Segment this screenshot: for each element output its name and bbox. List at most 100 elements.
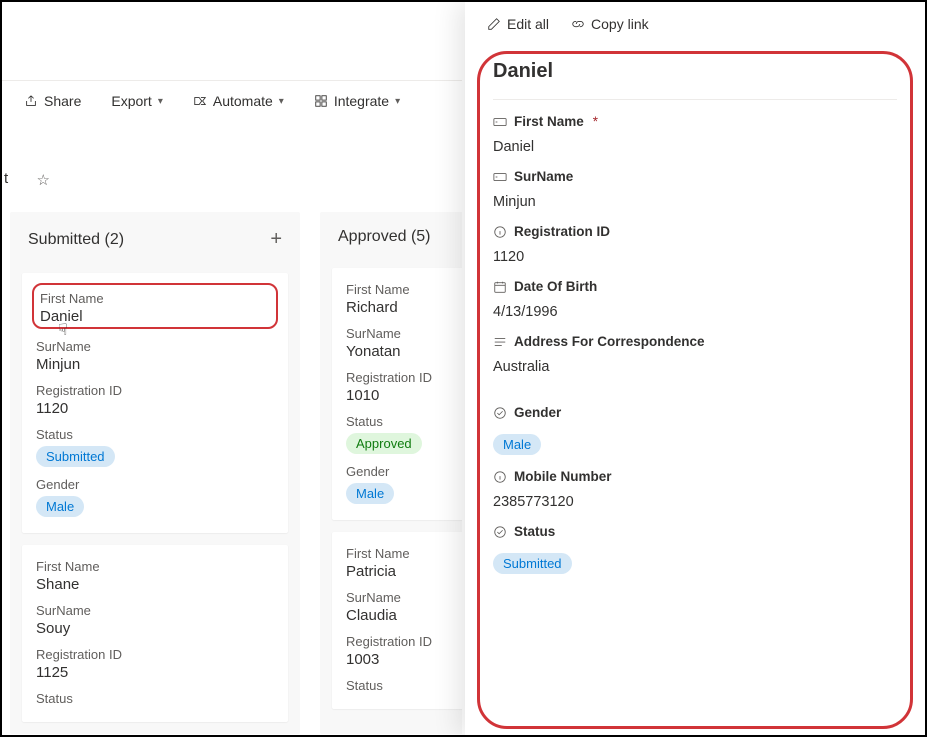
field-value: 4/13/1996	[493, 304, 897, 320]
field-value: Minjun	[493, 194, 897, 210]
annotation-highlight: First Name Daniel ☟	[32, 283, 278, 329]
integrate-button[interactable]: Integrate ▾	[314, 93, 400, 109]
field-value: Souy	[36, 620, 274, 637]
field-label: Registration ID	[346, 634, 462, 649]
status-badge: Submitted	[493, 553, 572, 574]
field-label: SurName	[36, 603, 274, 618]
field-label: Mobile Number	[514, 469, 612, 484]
integrate-label: Integrate	[334, 93, 389, 109]
field-label: Gender	[346, 464, 462, 479]
field-surname[interactable]: SurName Minjun	[493, 169, 897, 210]
field-value: Daniel	[40, 308, 268, 325]
field-label: Address For Correspondence	[514, 334, 705, 349]
field-label: First Name	[40, 291, 268, 306]
field-label: First Name	[36, 559, 274, 574]
column-title: Submitted (2)	[28, 231, 124, 249]
field-value: 1003	[346, 651, 462, 668]
export-button[interactable]: Export ▾	[111, 93, 163, 109]
field-value: Minjun	[36, 356, 274, 373]
field-value: Australia	[493, 359, 897, 375]
multiline-icon	[493, 335, 507, 349]
info-icon	[493, 470, 507, 484]
field-label: Status	[514, 524, 555, 539]
text-field-icon	[493, 115, 507, 129]
pencil-icon	[487, 17, 501, 31]
field-registration-id[interactable]: Registration ID 1120	[493, 224, 897, 265]
field-first-name[interactable]: First Name* Daniel	[493, 114, 897, 155]
field-label: Status	[346, 678, 462, 693]
choice-icon	[493, 406, 507, 420]
field-label: Gender	[514, 405, 561, 420]
card-daniel[interactable]: First Name Daniel ☟ SurName Minjun Regis…	[22, 273, 288, 533]
field-value: Claudia	[346, 607, 462, 624]
field-label: Registration ID	[346, 370, 462, 385]
column-approved: Approved (5) First Name Richard SurName …	[320, 212, 462, 734]
share-button[interactable]: Share	[24, 93, 81, 109]
field-value: Daniel	[493, 139, 897, 155]
column-title: Approved (5)	[338, 228, 431, 246]
board-view: Submitted (2) + First Name Daniel ☟ SurN…	[2, 212, 462, 734]
field-label: Status	[36, 691, 274, 706]
column-header-submitted: Submitted (2) +	[10, 212, 300, 273]
command-bar: Share Export ▾ Automate ▾ Integrate ▾	[2, 80, 462, 121]
automate-icon	[193, 94, 207, 108]
status-badge: Submitted	[36, 446, 115, 467]
panel-actions: Edit all Copy link	[465, 2, 925, 46]
column-submitted: Submitted (2) + First Name Daniel ☟ SurN…	[10, 212, 300, 734]
field-label: Date Of Birth	[514, 279, 597, 294]
field-value: 1120	[493, 249, 897, 265]
panel-title: Daniel	[493, 60, 897, 100]
info-icon	[493, 225, 507, 239]
edit-all-label: Edit all	[507, 16, 549, 32]
field-gender[interactable]: Gender Male	[493, 405, 897, 455]
field-mobile[interactable]: Mobile Number 2385773120	[493, 469, 897, 510]
field-label: Status	[346, 414, 462, 429]
details-panel: Edit all Copy link Daniel First Name* Da…	[465, 2, 925, 735]
automate-label: Automate	[213, 93, 273, 109]
panel-body: Daniel First Name* Daniel SurName Minjun…	[465, 46, 925, 598]
add-card-button[interactable]: +	[270, 228, 282, 251]
field-label: First Name	[346, 546, 462, 561]
field-address[interactable]: Address For Correspondence Australia	[493, 334, 897, 375]
integrate-icon	[314, 94, 328, 108]
automate-button[interactable]: Automate ▾	[193, 93, 284, 109]
column-header-approved: Approved (5)	[320, 212, 462, 268]
field-value: 1120	[36, 400, 274, 417]
field-value: Richard	[346, 299, 462, 316]
field-status[interactable]: Status Submitted	[493, 524, 897, 574]
field-label: SurName	[36, 339, 274, 354]
link-icon	[571, 17, 585, 31]
field-value: 1125	[36, 664, 274, 681]
field-value: Patricia	[346, 563, 462, 580]
field-label: Registration ID	[36, 647, 274, 662]
text-field-icon	[493, 170, 507, 184]
gender-badge: Male	[346, 483, 394, 504]
field-dob[interactable]: Date Of Birth 4/13/1996	[493, 279, 897, 320]
copy-link-label: Copy link	[591, 16, 649, 32]
chevron-down-icon: ▾	[279, 96, 284, 107]
field-label: Registration ID	[514, 224, 610, 239]
copy-link-button[interactable]: Copy link	[571, 16, 649, 32]
field-label: SurName	[346, 326, 462, 341]
field-label: First Name	[514, 114, 584, 129]
share-label: Share	[44, 93, 81, 109]
gender-badge: Male	[493, 434, 541, 455]
edit-all-button[interactable]: Edit all	[487, 16, 549, 32]
field-label: First Name	[346, 282, 462, 297]
field-label: Status	[36, 427, 274, 442]
chevron-down-icon: ▾	[158, 96, 163, 107]
cursor-icon: ☟	[58, 320, 68, 340]
favorite-star[interactable]: ☆	[2, 167, 462, 193]
export-label: Export	[111, 93, 151, 109]
field-value: 1010	[346, 387, 462, 404]
chevron-down-icon: ▾	[395, 96, 400, 107]
field-value: Yonatan	[346, 343, 462, 360]
field-value: 2385773120	[493, 494, 897, 510]
field-value: Shane	[36, 576, 274, 593]
field-label: Registration ID	[36, 383, 274, 398]
choice-icon	[493, 525, 507, 539]
card-richard[interactable]: First Name Richard SurName Yonatan Regis…	[332, 268, 462, 520]
card-shane[interactable]: First Name Shane SurName Souy Registrati…	[22, 545, 288, 722]
calendar-icon	[493, 280, 507, 294]
card-patricia[interactable]: First Name Patricia SurName Claudia Regi…	[332, 532, 462, 709]
